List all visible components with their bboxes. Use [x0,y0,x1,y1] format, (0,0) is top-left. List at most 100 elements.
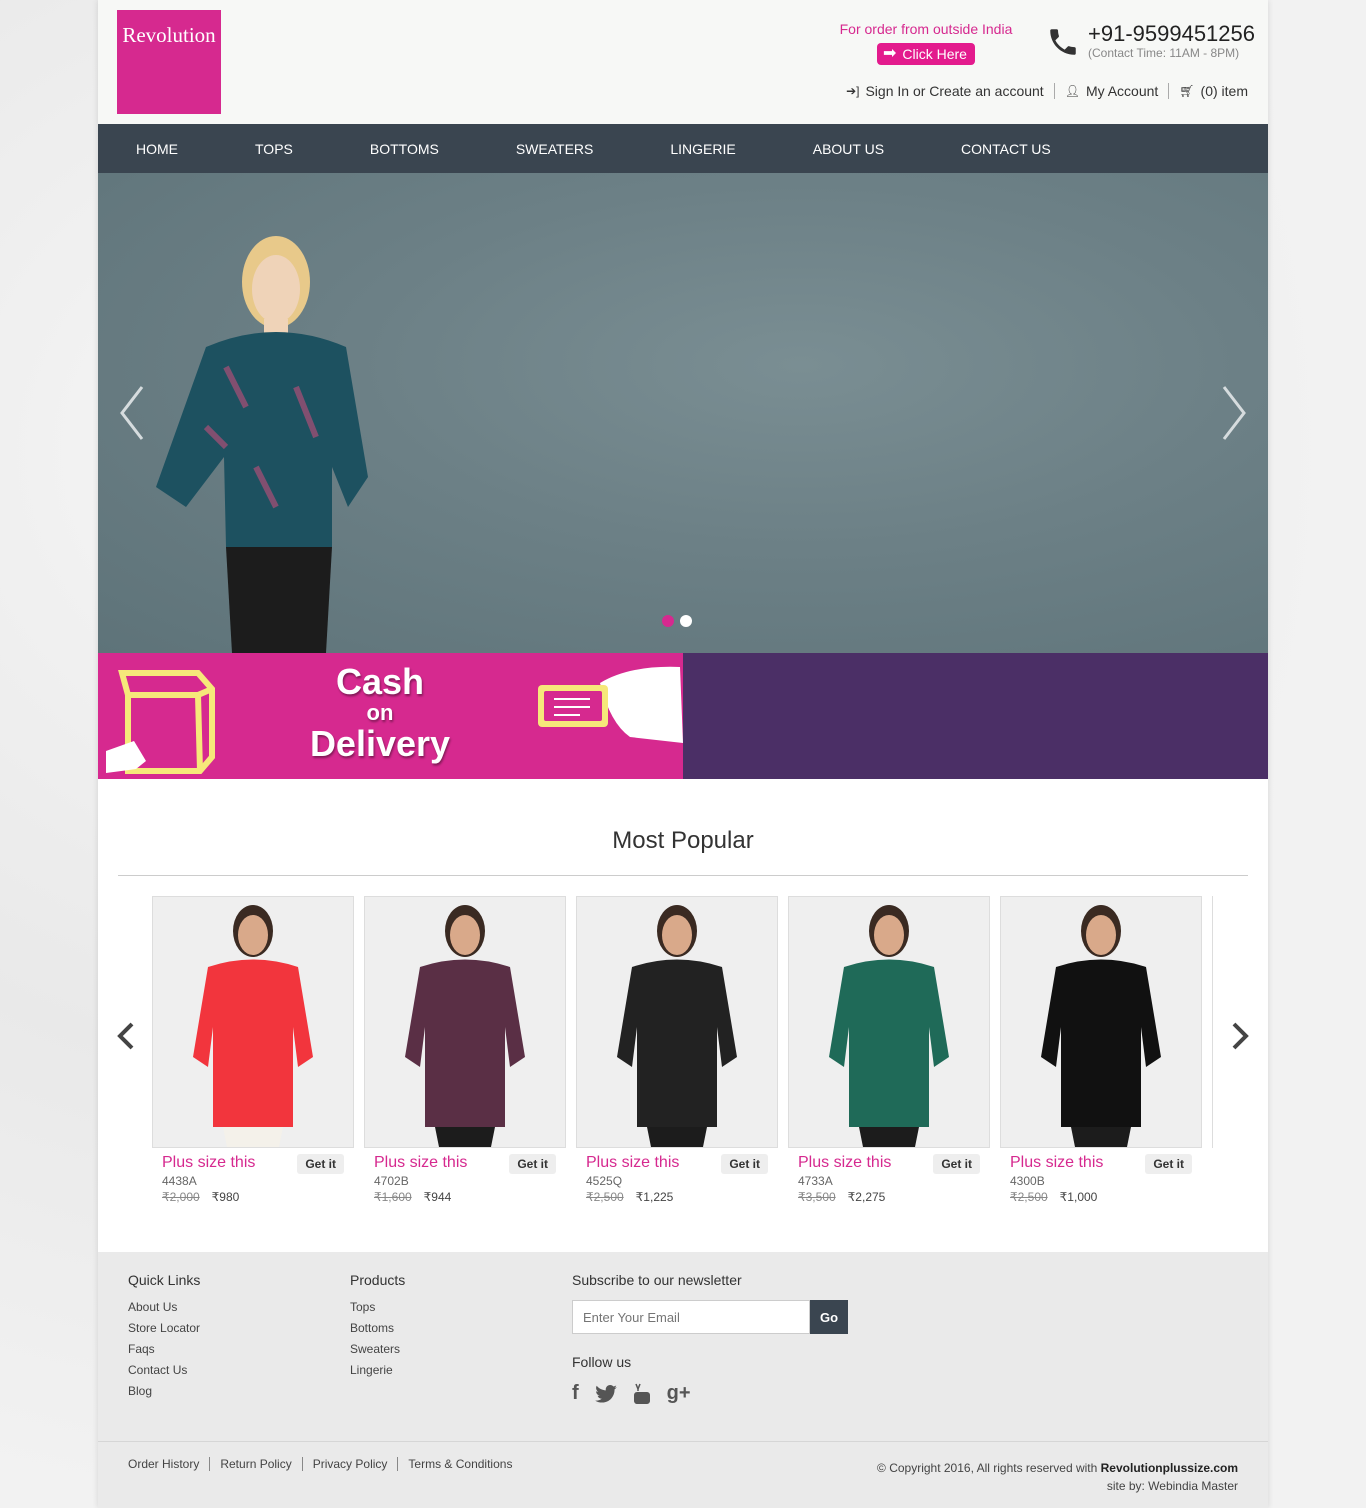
return-policy-link[interactable]: Return Policy [220,1457,291,1471]
subscribe-go-button[interactable]: Go [810,1300,848,1334]
terms-conditions-link[interactable]: Terms & Conditions [408,1457,512,1471]
product-image[interactable] [364,896,566,1148]
product-card[interactable]: Plus size this Get it 4702B ₹1,600 ₹944 [364,896,566,1204]
cod-line-3: Delivery [309,723,451,764]
slider-dots [662,615,692,627]
twitter-icon[interactable] [594,1384,617,1403]
card-hand-icon [538,666,683,743]
product-code: 4733A [798,1174,833,1188]
cash-on-delivery-banner[interactable]: Cash on Delivery [98,653,1268,779]
hero-next-arrow[interactable] [1220,383,1250,443]
phone-icon [1050,29,1076,55]
product-code: 4438A [162,1174,197,1188]
follow-us-title: Follow us [572,1354,632,1370]
product-image[interactable] [152,896,354,1148]
model-legs [223,1127,283,1147]
product-info: Plus size this Get it 4702B ₹1,600 ₹944 [364,1148,566,1204]
nav-sweaters[interactable]: SWEATERS [516,141,594,157]
product-info: Plus size this Get it 4438A ₹2,000 ₹980 [152,1148,354,1204]
newsletter-title: Subscribe to our newsletter [572,1272,742,1288]
product-price: ₹2,500 ₹1,225 [586,1190,768,1204]
get-it-button[interactable]: Get it [509,1154,556,1174]
divider [397,1457,399,1471]
product-info: Plus size this Get it 4525Q ₹2,500 ₹1,22… [576,1148,778,1204]
product-image[interactable] [788,896,990,1148]
click-here-button[interactable]: ➡ Click Here [877,43,975,65]
newsletter-form: Go [572,1300,848,1334]
model-face [662,915,692,955]
products-title: Products [350,1272,406,1288]
model-legs [1071,1127,1131,1147]
footer-link-bottoms[interactable]: Bottoms [350,1321,405,1335]
get-it-button[interactable]: Get it [297,1154,344,1174]
privacy-policy-link[interactable]: Privacy Policy [313,1457,388,1471]
footer-link-tops[interactable]: Tops [350,1300,405,1314]
footer-link-store-locator[interactable]: Store Locator [128,1321,200,1335]
footer-link-faqs[interactable]: Faqs [128,1342,200,1356]
facebook-icon[interactable]: f [572,1382,579,1405]
sale-price: ₹944 [423,1190,452,1204]
user-icon: 👤︎ [1064,84,1080,98]
cod-line-1: Cash [335,661,425,702]
product-image[interactable] [576,896,778,1148]
product-carousel: Plus size this Get it 4438A ₹2,000 ₹980 … [98,896,1268,1256]
get-it-button[interactable]: Get it [933,1154,980,1174]
model-face [1086,915,1116,955]
sale-price: ₹1,225 [635,1190,674,1204]
old-price: ₹3,500 [798,1190,836,1204]
footer-link-sweaters[interactable]: Sweaters [350,1342,405,1356]
nav-bottoms[interactable]: BOTTOMS [370,141,439,157]
phone-block: +91-9599451256 (Contact Time: 11AM - 8PM… [1046,22,1255,60]
divider [209,1457,211,1471]
nav-home[interactable]: HOME [136,141,178,157]
sign-in-link[interactable]: ➔] Sign In or Create an account [836,83,1054,99]
click-here-label: Click Here [902,46,967,62]
order-history-link[interactable]: Order History [128,1457,199,1471]
arrow-right-icon: ➡ [883,45,897,62]
sign-in-label: Sign In or Create an account [865,83,1044,99]
carousel-prev-arrow[interactable] [116,1021,136,1051]
carousel-next-arrow[interactable] [1230,1021,1250,1051]
slider-dot-2[interactable] [680,615,692,627]
product-card[interactable]: Plus size this Get it 4733A ₹3,500 ₹2,27… [788,896,990,1204]
my-account-label: My Account [1085,83,1159,99]
email-input[interactable] [572,1300,810,1334]
phone-number[interactable]: +91-9599451256 [1088,21,1255,46]
cod-left-panel: Cash on Delivery [98,653,683,779]
google-plus-icon[interactable]: g+ [667,1382,691,1405]
site-by: site by: Webindia Master [1106,1479,1238,1493]
sale-price: ₹1,000 [1059,1190,1098,1204]
get-it-button[interactable]: Get it [1145,1154,1192,1174]
cod-line-2: on [366,700,394,725]
nav-lingerie[interactable]: LINGERIE [670,141,735,157]
nav-contact-us[interactable]: CONTACT US [961,141,1051,157]
contact-time: (Contact Time: 11AM - 8PM) [1088,46,1240,60]
product-card[interactable]: Plus size this Get it 4300B ₹2,500 ₹1,00… [1000,896,1202,1204]
youtube-icon[interactable] [633,1383,651,1405]
footer-link-lingerie[interactable]: Lingerie [350,1363,405,1377]
copyright-site[interactable]: Revolutionplussize.com [1101,1461,1238,1475]
slider-dot-1[interactable] [662,615,674,627]
get-it-button[interactable]: Get it [721,1154,768,1174]
footer-link-contact-us[interactable]: Contact Us [128,1363,200,1377]
nav-about-us[interactable]: ABOUT US [813,141,884,157]
next-product-edge [1212,896,1222,1148]
product-card[interactable]: Plus size this Get it 4525Q ₹2,500 ₹1,22… [576,896,778,1204]
footer-link-about-us[interactable]: About Us [128,1300,200,1314]
page: Revolution For order from outside India … [98,0,1268,1508]
product-list: Plus size this Get it 4438A ₹2,000 ₹980 … [152,896,1202,1204]
newsletter: Subscribe to our newsletter Go Follow us… [572,1272,848,1405]
product-code: 4702B [374,1174,409,1188]
product-image[interactable] [1000,896,1202,1148]
section-divider [118,875,1248,876]
my-account-link[interactable]: 👤︎ My Account [1055,83,1169,99]
logo[interactable]: Revolution [117,10,221,114]
product-card[interactable]: Plus size this Get it 4438A ₹2,000 ₹980 [152,896,354,1204]
cart-link[interactable]: 🛒︎ (0) item [1169,83,1248,99]
cod-text: Cash on Delivery [298,663,462,763]
footer-link-blog[interactable]: Blog [128,1384,200,1398]
hero-prev-arrow[interactable] [116,383,146,443]
sign-in-icon: ➔] [846,84,860,98]
nav-tops[interactable]: TOPS [255,141,293,157]
quick-links: Quick Links About Us Store Locator Faqs … [128,1272,200,1405]
